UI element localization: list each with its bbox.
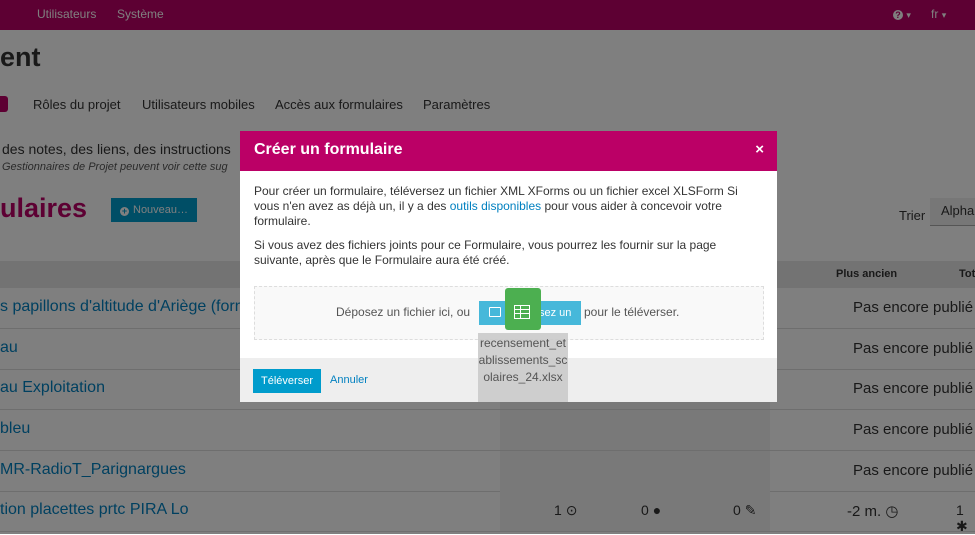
dropzone-text-before: Déposez un fichier ici, ou [336, 305, 471, 319]
spreadsheet-icon[interactable] [505, 288, 541, 330]
upload-button[interactable]: Téléverser [253, 369, 321, 393]
modal-attachments-info: Si vous avez des fichiers joints pour ce… [254, 238, 717, 267]
cancel-button[interactable]: Annuler [330, 374, 368, 386]
modal-header: Créer un formulaire × [240, 131, 777, 171]
modal-intro: Pour créer un formulaire, téléversez un … [254, 184, 764, 229]
browse-label: sez un [539, 307, 572, 319]
folder-icon [489, 307, 501, 317]
close-icon[interactable]: × [755, 141, 764, 158]
dropzone-text-after: pour le téléverser. [584, 305, 680, 319]
modal-title: Créer un formulaire [254, 141, 403, 158]
tools-link[interactable]: outils disponibles [450, 199, 541, 213]
modal-body: Pour créer un formulaire, téléversez un … [254, 184, 764, 277]
dragged-file-label: recensement_etablissements_scolaires_24.… [478, 333, 568, 402]
table-grid-icon [514, 305, 530, 319]
